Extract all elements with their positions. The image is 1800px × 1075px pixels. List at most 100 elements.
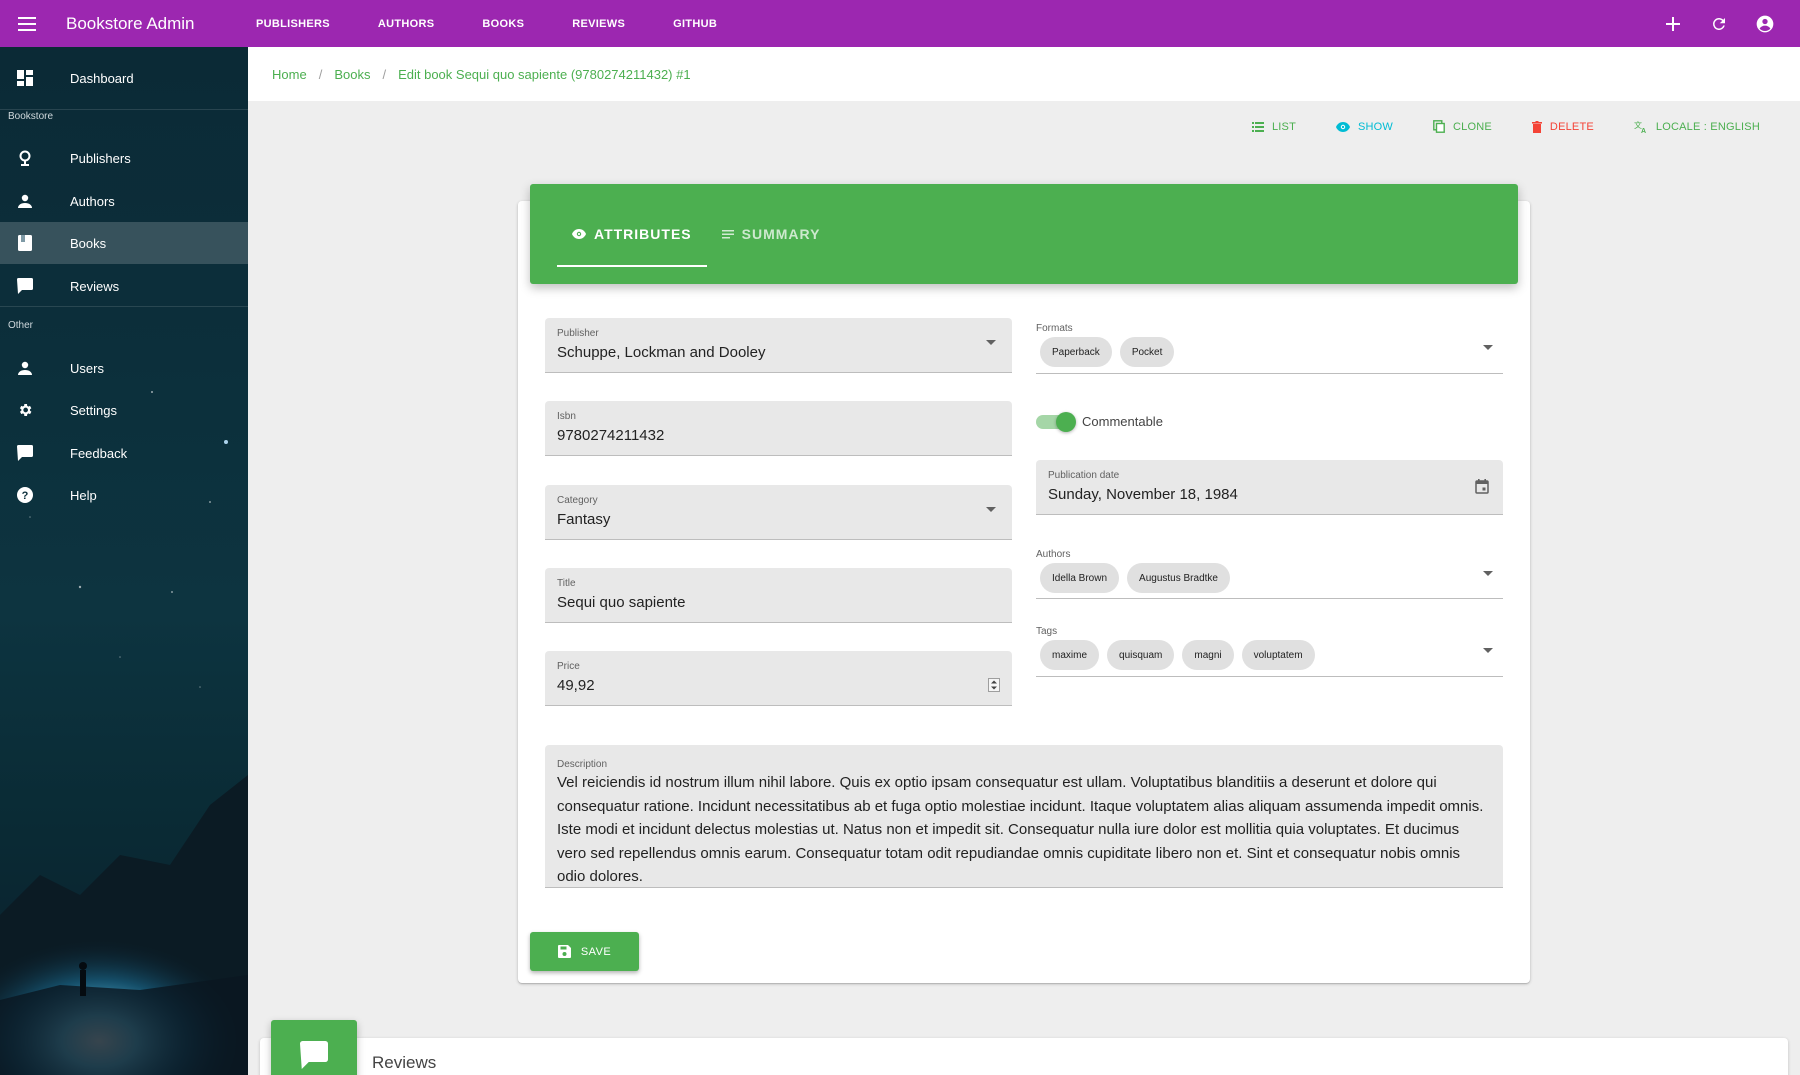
chip[interactable]: magni	[1182, 640, 1234, 670]
category-select[interactable]: Category Fantasy	[545, 485, 1012, 540]
clone-button[interactable]: CLONE	[1433, 120, 1492, 133]
description-label: Description	[557, 759, 608, 770]
tags-label: Tags	[1036, 626, 1058, 637]
toggle-track	[1036, 411, 1076, 432]
translate-icon: 文A	[1634, 120, 1646, 133]
sidebar-item-reviews[interactable]: Reviews	[0, 265, 248, 307]
publication-date-field[interactable]: Publication date Sunday, November 18, 19…	[1036, 460, 1503, 515]
breadcrumb-separator: /	[382, 66, 387, 82]
commentable-toggle[interactable]: Commentable	[1036, 411, 1163, 432]
description-field[interactable]: Description Vel reiciendis id nostrum il…	[545, 745, 1503, 888]
show-label: SHOW	[1357, 120, 1394, 133]
sidebar-item-label: Books	[70, 235, 107, 251]
locale-button[interactable]: 文A LOCALE : ENGLISH	[1634, 120, 1760, 133]
tags-select[interactable]: Tags maxime quisquam magni voluptatem	[1036, 626, 1503, 677]
list-button[interactable]: LIST	[1251, 120, 1296, 133]
app-bar: Bookstore Admin PUBLISHERS AUTHORS BOOKS…	[0, 0, 1800, 47]
formats-label: Formats	[1036, 323, 1073, 334]
chip[interactable]: quisquam	[1107, 640, 1175, 670]
isbn-field[interactable]: Isbn 9780274211432	[545, 401, 1012, 456]
chip[interactable]: Idella Brown	[1040, 563, 1120, 593]
title-field[interactable]: Title Sequi quo sapiente	[545, 568, 1012, 623]
show-button[interactable]: SHOW	[1335, 120, 1394, 133]
clone-icon	[1433, 120, 1445, 133]
notes-icon	[721, 229, 734, 238]
price-value: 49,92	[557, 677, 595, 694]
book-icon	[0, 235, 50, 251]
svg-text:A: A	[1641, 128, 1646, 133]
tab-attributes[interactable]: ATTRIBUTES	[557, 209, 707, 267]
add-icon[interactable]	[1650, 1, 1696, 47]
chip[interactable]: voluptatem	[1241, 640, 1315, 670]
chevron-down-icon	[1483, 571, 1493, 576]
tab-summary-label: SUMMARY	[741, 226, 821, 242]
chevron-down-icon	[1483, 648, 1493, 653]
breadcrumb-home[interactable]: Home	[272, 67, 307, 82]
breadcrumb-books[interactable]: Books	[334, 67, 370, 82]
authors-select[interactable]: Authors Idella Brown Augustus Bradtke	[1036, 549, 1503, 599]
chip[interactable]: Paperback	[1040, 337, 1112, 367]
clone-label: CLONE	[1453, 120, 1492, 133]
isbn-label: Isbn	[557, 411, 576, 422]
top-nav-github[interactable]: GITHUB	[673, 18, 717, 30]
sidebar-divider	[0, 306, 248, 307]
sidebar-item-settings[interactable]: Settings	[0, 389, 248, 431]
gear-icon	[0, 402, 50, 418]
breadcrumb: Home / Books / Edit book Sequi quo sapie…	[248, 47, 1800, 101]
menu-icon[interactable]	[0, 0, 54, 47]
comment-icon	[300, 1041, 328, 1069]
feedback-icon	[0, 445, 50, 461]
sidebar-divider	[0, 109, 248, 110]
calendar-icon[interactable]	[1475, 479, 1489, 494]
publisher-label: Publisher	[557, 328, 599, 339]
category-label: Category	[557, 495, 598, 506]
sidebar: Dashboard Bookstore Publishers Authors B…	[0, 47, 248, 1075]
top-nav: PUBLISHERS AUTHORS BOOKS REVIEWS GITHUB	[256, 18, 765, 30]
sidebar-item-books[interactable]: Books	[0, 222, 248, 264]
top-nav-authors[interactable]: AUTHORS	[378, 18, 435, 30]
top-nav-reviews[interactable]: REVIEWS	[572, 18, 625, 30]
sidebar-item-publishers[interactable]: Publishers	[0, 137, 248, 179]
save-icon	[557, 945, 571, 958]
chevron-down-icon	[986, 340, 996, 345]
tab-attributes-label: ATTRIBUTES	[594, 226, 692, 242]
publisher-value: Schuppe, Lockman and Dooley	[557, 344, 766, 361]
account-icon[interactable]	[1742, 1, 1788, 47]
sidebar-item-users[interactable]: Users	[0, 347, 248, 389]
save-button[interactable]: SAVE	[530, 932, 639, 971]
publisher-select[interactable]: Publisher Schuppe, Lockman and Dooley	[545, 318, 1012, 373]
top-nav-publishers[interactable]: PUBLISHERS	[256, 18, 330, 30]
top-nav-books[interactable]: BOOKS	[482, 18, 524, 30]
isbn-value: 9780274211432	[557, 427, 665, 444]
list-icon	[1251, 121, 1264, 132]
sidebar-item-feedback[interactable]: Feedback	[0, 432, 248, 474]
stepper-icon[interactable]	[988, 678, 1000, 692]
authors-label: Authors	[1036, 549, 1071, 560]
price-field[interactable]: Price 49,92	[545, 651, 1012, 706]
refresh-icon[interactable]	[1696, 1, 1742, 47]
eye-icon	[1335, 121, 1350, 132]
publication-date-label: Publication date	[1048, 470, 1120, 481]
sidebar-item-authors[interactable]: Authors	[0, 180, 248, 222]
sidebar-item-dashboard[interactable]: Dashboard	[0, 57, 248, 99]
globe-icon	[0, 150, 50, 166]
person-icon	[0, 361, 50, 375]
chevron-down-icon	[986, 507, 996, 512]
sidebar-item-help[interactable]: ? Help	[0, 474, 248, 516]
sidebar-section-other: Other	[8, 320, 34, 331]
list-label: LIST	[1271, 120, 1296, 133]
formats-select[interactable]: Formats Paperback Pocket	[1036, 323, 1503, 374]
chip[interactable]: Augustus Bradtke	[1127, 563, 1230, 593]
app-title: Bookstore Admin	[66, 13, 195, 33]
chip[interactable]: maxime	[1040, 640, 1100, 670]
sidebar-item-label: Dashboard	[70, 70, 134, 86]
save-label: SAVE	[580, 945, 612, 958]
title-label: Title	[557, 578, 576, 589]
tab-summary[interactable]: SUMMARY	[707, 209, 836, 259]
publication-date-value: Sunday, November 18, 1984	[1048, 486, 1238, 503]
reviews-title: Reviews	[372, 1053, 437, 1072]
delete-button[interactable]: DELETE	[1531, 120, 1594, 133]
reviews-card	[260, 1038, 1788, 1075]
chip[interactable]: Pocket	[1119, 337, 1175, 367]
svg-text:?: ?	[22, 490, 29, 502]
